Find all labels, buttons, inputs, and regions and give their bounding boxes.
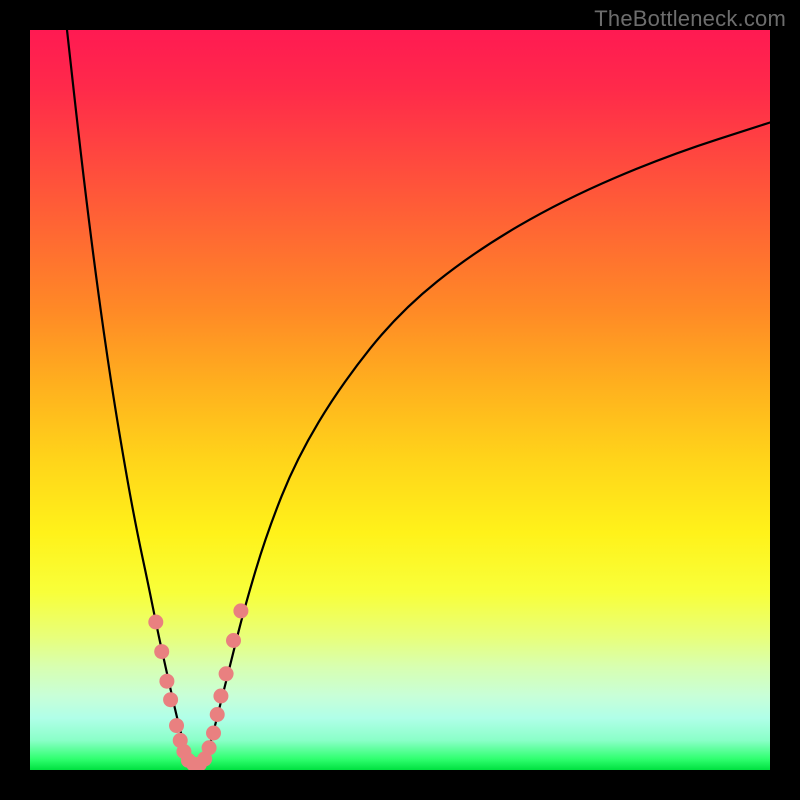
data-point-marker <box>233 603 248 618</box>
outer-frame: TheBottleneck.com <box>0 0 800 800</box>
data-point-marker <box>213 689 228 704</box>
curve-right-branch <box>204 123 770 763</box>
data-point-marker <box>159 674 174 689</box>
marker-layer <box>148 603 248 770</box>
data-point-marker <box>219 666 234 681</box>
data-point-marker <box>210 707 225 722</box>
data-point-marker <box>163 692 178 707</box>
data-point-marker <box>169 718 184 733</box>
curve-layer <box>67 30 770 763</box>
data-point-marker <box>148 615 163 630</box>
chart-svg <box>30 30 770 770</box>
plot-area <box>30 30 770 770</box>
watermark-text: TheBottleneck.com <box>594 6 786 32</box>
data-point-marker <box>226 633 241 648</box>
curve-left-branch <box>67 30 189 763</box>
data-point-marker <box>154 644 169 659</box>
data-point-marker <box>202 740 217 755</box>
data-point-marker <box>206 726 221 741</box>
